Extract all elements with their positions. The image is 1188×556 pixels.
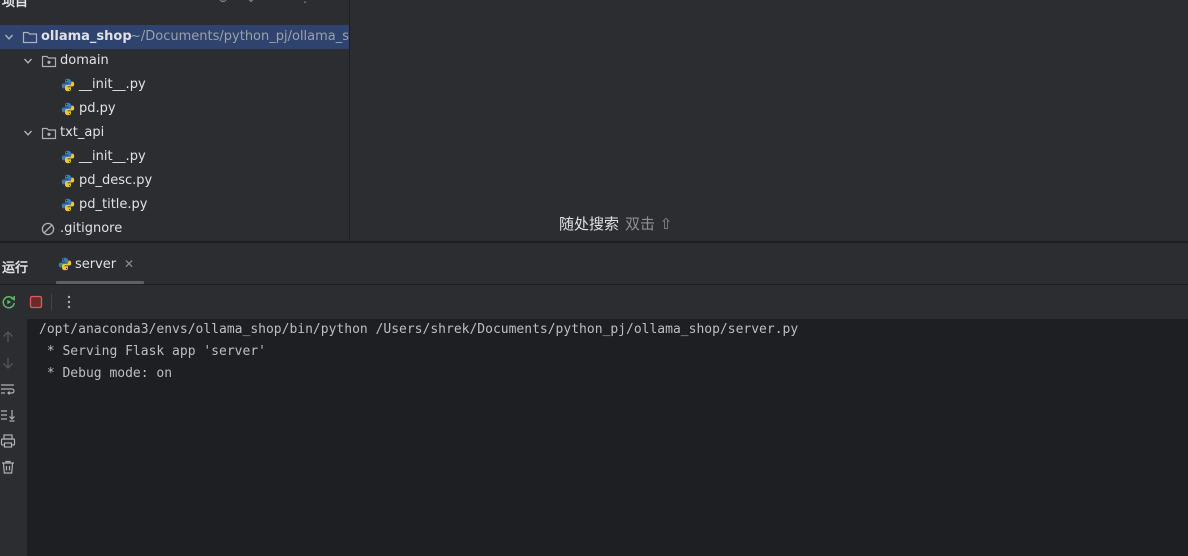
tree-row-file[interactable]: pd_desc.py — [0, 169, 349, 193]
console-line: * Debug mode: on — [39, 366, 173, 381]
tree-item-label: txt_api — [60, 125, 105, 140]
more-options-icon[interactable] — [60, 293, 78, 311]
locate-icon[interactable]: ⊕ — [218, 0, 228, 5]
collapse-icon[interactable]: ⌃ — [272, 0, 282, 5]
python-file-icon — [61, 198, 75, 212]
project-panel: 项目 ⌄ ⊕ ⌄ ⌃ ⋮ — ollama_shop ~/Documents/p… — [0, 0, 350, 241]
run-tab-server[interactable]: server ✕ — [56, 243, 144, 285]
package-folder-icon — [41, 126, 57, 140]
tree-item-label: .gitignore — [60, 221, 123, 236]
tree-row-folder[interactable]: domain — [0, 49, 349, 73]
console-line: * Serving Flask app 'server' — [39, 344, 266, 359]
chevron-down-icon[interactable]: ⌄ — [33, 0, 41, 3]
run-toolbar — [0, 285, 1188, 319]
tree-row-file[interactable]: pd_title.py — [0, 193, 349, 217]
folder-icon — [22, 30, 38, 44]
project-panel-title[interactable]: 项目 — [2, 0, 28, 10]
project-panel-header: 项目 ⌄ ⊕ ⌄ ⌃ ⋮ — — [0, 0, 349, 11]
tree-row-file[interactable]: __init__.py — [0, 145, 349, 169]
toolbar-separator — [51, 294, 52, 310]
tree-item-label: pd.py — [79, 101, 116, 116]
tree-item-label: domain — [60, 53, 109, 68]
tree-item-label: __init__.py — [79, 77, 146, 92]
tree-row-file[interactable]: __init__.py — [0, 73, 349, 97]
python-file-icon — [61, 150, 75, 164]
trash-icon[interactable] — [0, 459, 16, 475]
python-file-icon — [58, 257, 72, 271]
soft-wrap-icon[interactable] — [0, 381, 16, 397]
expand-icon[interactable]: ⌄ — [246, 0, 256, 5]
active-tab-indicator — [56, 281, 144, 284]
tree-row-file[interactable]: pd.py — [0, 97, 349, 121]
chevron-down-icon[interactable] — [23, 56, 33, 66]
stop-icon[interactable] — [27, 293, 45, 311]
tree-row-root[interactable]: ollama_shop ~/Documents/python_pj/ollama… — [0, 25, 350, 49]
search-everywhere-hint: 随处搜索 双击 ⇧ — [559, 213, 672, 234]
arrow-down-icon[interactable] — [0, 355, 16, 371]
tree-root-name: ollama_shop — [41, 29, 132, 44]
console-output[interactable]: /opt/anaconda3/envs/ollama_shop/bin/pyth… — [27, 319, 1188, 556]
search-hint-label: 随处搜索 — [559, 215, 620, 233]
tree-row-file[interactable]: .gitignore — [0, 217, 349, 241]
rerun-icon[interactable] — [0, 293, 18, 311]
close-icon[interactable]: ✕ — [124, 257, 134, 271]
arrow-up-icon[interactable] — [0, 329, 16, 345]
chevron-down-icon[interactable] — [23, 128, 33, 138]
console-side-toolbar — [0, 319, 27, 556]
tree-item-label: __init__.py — [79, 149, 146, 164]
python-file-icon — [61, 78, 75, 92]
chevron-down-icon[interactable] — [4, 32, 14, 42]
console-line: /opt/anaconda3/envs/ollama_shop/bin/pyth… — [39, 322, 799, 337]
run-window-header: 运行 server ✕ — [0, 242, 1188, 284]
tree-item-label: pd_title.py — [79, 197, 148, 212]
editor-empty-area[interactable]: 随处搜索 双击 ⇧ — [351, 0, 1188, 241]
hide-panel-icon[interactable]: — — [322, 0, 334, 5]
more-options-icon[interactable]: ⋮ — [299, 0, 311, 5]
search-hint-shortcut: 双击 ⇧ — [625, 215, 673, 233]
print-icon[interactable] — [0, 433, 16, 449]
scroll-to-end-icon[interactable] — [0, 407, 16, 423]
python-file-icon — [61, 102, 75, 116]
python-file-icon — [61, 174, 75, 188]
tree-row-folder[interactable]: txt_api — [0, 121, 349, 145]
ignored-file-icon — [41, 222, 55, 236]
package-folder-icon — [41, 54, 57, 68]
run-window-title: 运行 — [2, 261, 29, 276]
tree-root-path: ~/Documents/python_pj/ollama_shop — [130, 29, 350, 44]
run-tab-label: server — [75, 257, 117, 272]
top-area: 项目 ⌄ ⊕ ⌄ ⌃ ⋮ — ollama_shop ~/Documents/p… — [0, 0, 1188, 241]
tree-item-label: pd_desc.py — [79, 173, 153, 188]
